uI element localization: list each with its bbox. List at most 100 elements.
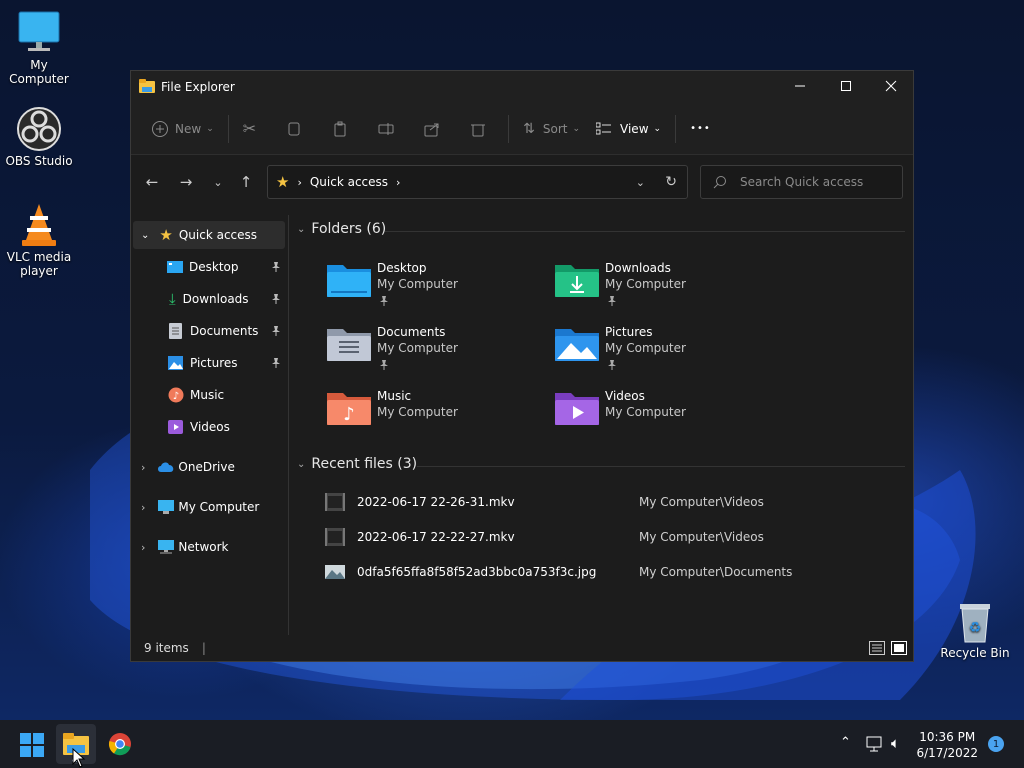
status-bar: 9 items | <box>131 635 913 661</box>
delete-button[interactable] <box>462 113 494 145</box>
network-icon <box>158 540 175 554</box>
rename-icon <box>378 122 394 135</box>
folder-location: My Computer <box>377 405 458 419</box>
folder-tile-videos[interactable]: Videos My Computer <box>555 389 775 449</box>
star-icon: ★ <box>276 173 290 191</box>
window-title: File Explorer <box>161 80 235 94</box>
scissors-icon: ✂ <box>242 119 257 138</box>
recent-file-row[interactable]: 2022-06-17 22-26-31.mkv My Computer\Vide… <box>325 489 905 515</box>
recent-files-section-header[interactable]: ⌄ Recent files (3) <box>297 456 417 472</box>
large-icons-view-button[interactable] <box>891 641 907 658</box>
desktop-icon-my-computer[interactable]: My Computer <box>0 10 78 86</box>
recent-file-row[interactable]: 0dfa5f65ffa8f58f52ad3bbc0a753f3c.jpg My … <box>325 559 905 585</box>
pin-icon <box>607 359 617 373</box>
cloud-icon <box>158 462 174 472</box>
pin-icon <box>379 359 389 373</box>
refresh-icon[interactable]: ↻ <box>665 174 677 190</box>
chrome-icon <box>108 733 131 756</box>
sidebar-item-downloads[interactable]: ⤓ Downloads <box>133 285 285 313</box>
show-hidden-icons-button[interactable]: ⌃ <box>840 735 851 750</box>
toolbar-divider <box>675 114 677 143</box>
taskbar-file-explorer-button[interactable] <box>56 724 96 768</box>
recent-file-location: My Computer\Documents <box>639 565 793 579</box>
taskbar-chrome-button[interactable] <box>108 732 132 759</box>
folder-tile-music[interactable]: ♪ Music My Computer <box>327 389 547 449</box>
start-button[interactable] <box>20 733 44 760</box>
address-bar[interactable]: ★ › Quick access › ⌄ ↻ <box>267 165 688 199</box>
sidebar-item-music[interactable]: ♪ Music <box>133 381 285 409</box>
forward-button[interactable]: → <box>173 171 199 193</box>
search-box[interactable]: Search Quick access <box>700 165 903 199</box>
mouse-cursor-icon <box>72 748 86 768</box>
sidebar-item-documents[interactable]: Documents <box>133 317 285 345</box>
maximize-button[interactable] <box>823 71 869 101</box>
recent-file-name: 2022-06-17 22-22-27.mkv <box>357 530 515 544</box>
cut-button[interactable]: ✂ <box>235 113 264 145</box>
tiles-view-icon <box>891 641 907 655</box>
sidebar-item-videos[interactable]: Videos <box>133 413 285 441</box>
pictures-folder-icon <box>555 329 599 361</box>
chevron-right-icon: › <box>141 460 146 474</box>
recent-locations-button[interactable]: ⌄ <box>205 171 231 193</box>
paste-button[interactable] <box>324 113 356 145</box>
sidebar-item-pictures[interactable]: Pictures <box>133 349 285 377</box>
sidebar-item-my-computer[interactable]: › My Computer <box>133 493 285 521</box>
desktop-folder-icon <box>167 261 183 273</box>
desktop-icon-recycle-bin[interactable]: ♻ Recycle Bin <box>936 598 1014 660</box>
copy-button[interactable] <box>278 113 310 145</box>
sidebar-item-desktop[interactable]: Desktop <box>133 253 285 281</box>
sidebar-item-onedrive[interactable]: › OneDrive <box>133 453 285 481</box>
item-count: 9 items <box>144 641 189 655</box>
recent-file-row[interactable]: 2022-06-17 22-22-27.mkv My Computer\Vide… <box>325 524 905 550</box>
address-dropdown-icon[interactable]: ⌄ <box>636 176 645 189</box>
folder-location: My Computer <box>377 277 458 291</box>
desktop-icon-label: Recycle Bin <box>940 646 1010 660</box>
sidebar-item-quick-access[interactable]: ⌄ ★ Quick access <box>133 221 285 249</box>
see-more-button[interactable]: ••• <box>682 113 719 145</box>
clock[interactable]: 10:36 PM 6/17/2022 <box>916 729 978 761</box>
folder-location: My Computer <box>605 277 686 291</box>
breadcrumb-quick-access[interactable]: Quick access <box>310 175 388 189</box>
sidebar-label: My Computer <box>178 500 260 514</box>
navigation-pane: ⌄ ★ Quick access Desktop ⤓ Downloads Doc… <box>131 215 289 635</box>
details-view-button[interactable] <box>869 641 885 658</box>
video-file-icon <box>325 528 345 546</box>
section-title: Folders (6) <box>311 221 387 237</box>
up-button[interactable]: ↑ <box>233 171 259 193</box>
pin-icon <box>271 357 281 368</box>
volume-button[interactable]: 🔈︎ <box>891 734 900 752</box>
sort-button[interactable]: ⇅ Sort ⌄ <box>515 113 588 145</box>
back-button[interactable]: ← <box>139 171 165 193</box>
picture-icon <box>168 356 183 370</box>
rename-button[interactable] <box>370 113 402 145</box>
folder-tile-documents[interactable]: Documents My Computer <box>327 325 547 385</box>
minimize-button[interactable] <box>777 71 823 101</box>
chevron-down-icon: ⌄ <box>213 175 223 189</box>
chevron-down-icon: ⌄ <box>653 123 662 134</box>
view-list-icon <box>596 122 612 134</box>
notification-badge[interactable]: 1 <box>988 736 1004 752</box>
sidebar-item-network[interactable]: › Network <box>133 533 285 561</box>
view-button[interactable]: View ⌄ <box>588 113 669 145</box>
share-button[interactable] <box>416 113 448 145</box>
downloads-folder-icon <box>555 265 599 297</box>
file-explorer-window: File Explorer New ⌄ ✂ ⇅ Sort ⌄ View ⌄ ••… <box>130 70 914 662</box>
close-button[interactable] <box>868 71 914 101</box>
chevron-down-icon: ⌄ <box>297 458 306 470</box>
folders-section-header[interactable]: ⌄ Folders (6) <box>297 221 386 237</box>
desktop-icon-obs-studio[interactable]: OBS Studio <box>0 106 78 168</box>
sidebar-label: Downloads <box>182 292 249 306</box>
chevron-down-icon: ⌄ <box>141 229 150 241</box>
folder-tile-pictures[interactable]: Pictures My Computer <box>555 325 775 385</box>
sidebar-label: OneDrive <box>178 460 235 474</box>
notification-count: 1 <box>992 738 1000 750</box>
folder-tile-desktop[interactable]: Desktop My Computer <box>327 261 547 321</box>
network-status-button[interactable] <box>866 736 884 755</box>
folder-tile-downloads[interactable]: Downloads My Computer <box>555 261 775 321</box>
new-button[interactable]: New ⌄ <box>143 113 222 145</box>
chevron-right-icon: › <box>141 500 146 514</box>
desktop-icon-vlc[interactable]: VLC media player <box>0 202 78 278</box>
svg-text:♻: ♻ <box>969 620 982 636</box>
videos-folder-icon <box>555 393 599 425</box>
close-icon <box>885 80 897 92</box>
